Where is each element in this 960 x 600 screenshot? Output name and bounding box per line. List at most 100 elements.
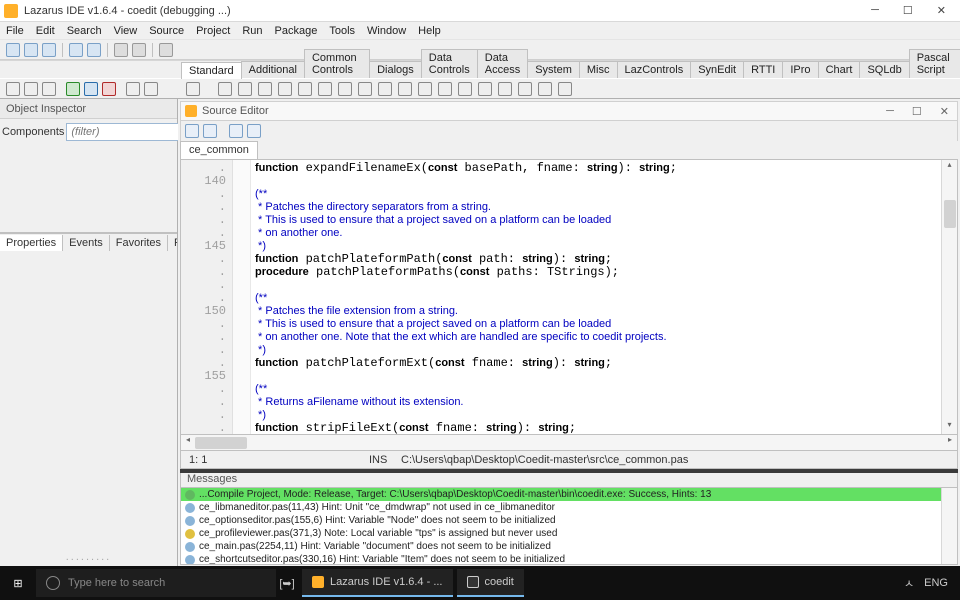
actionlist-comp-icon[interactable] (558, 82, 572, 96)
popupmenu-comp-icon[interactable] (238, 82, 252, 96)
taskbar-app-coedit[interactable]: coedit (457, 569, 524, 597)
jump-back-icon[interactable] (229, 124, 243, 138)
palette-tab-standard[interactable]: Standard (181, 62, 242, 79)
message-row[interactable]: ce_libmaneditor.pas(11,43) Hint: Unit "c… (181, 501, 957, 514)
fold-gutter[interactable] (233, 160, 251, 434)
menu-source[interactable]: Source (149, 25, 184, 37)
close-button[interactable]: ✕ (937, 4, 946, 17)
menu-view[interactable]: View (114, 25, 138, 37)
palette-tab-data-controls[interactable]: Data Controls (421, 49, 478, 78)
editor-hscrollbar[interactable]: ◂▸ (180, 435, 958, 451)
palette-tab-pascal-script[interactable]: Pascal Script (909, 49, 960, 78)
oi-tab-favorites[interactable]: Favorites (110, 235, 168, 251)
palette-tab-ipro[interactable]: IPro (782, 61, 818, 78)
panel-handle[interactable]: ......... (0, 548, 177, 566)
jump-fwd-icon[interactable] (247, 124, 261, 138)
mainmenu-comp-icon[interactable] (218, 82, 232, 96)
button-comp-icon[interactable] (258, 82, 272, 96)
step-over-icon[interactable] (6, 82, 20, 96)
editor-maximize-button[interactable]: ☐ (912, 105, 922, 118)
messages-panel[interactable]: ...Compile Project, Mode: Release, Targe… (180, 487, 958, 565)
system-tray[interactable]: ㅅ ENG (904, 575, 960, 591)
menu-window[interactable]: Window (367, 25, 406, 37)
message-row[interactable]: ce_shortcutseditor.pas(330,16) Hint: Var… (181, 553, 957, 565)
memo-comp-icon[interactable] (318, 82, 332, 96)
palette-tab-data-access[interactable]: Data Access (477, 49, 528, 78)
message-row[interactable]: ce_profileviewer.pas(371,3) Note: Local … (181, 527, 957, 540)
run-icon[interactable] (66, 82, 80, 96)
pointer-icon[interactable] (186, 82, 200, 96)
editor-vscrollbar[interactable]: ▴▾ (941, 160, 957, 434)
oi-tab-re[interactable]: Re (168, 235, 177, 251)
palette-tab-common-controls[interactable]: Common Controls (304, 49, 370, 78)
panel-comp-icon[interactable] (518, 82, 532, 96)
oi-tab-properties[interactable]: Properties (0, 235, 63, 251)
message-row[interactable]: ce_optionseditor.pas(155,6) Hint: Variab… (181, 514, 957, 527)
code-editor[interactable]: .140....145....150....155....160. functi… (180, 159, 958, 435)
palette-tab-rtti[interactable]: RTTI (743, 61, 783, 78)
task-view-icon[interactable]: [➥] (276, 577, 298, 590)
palette-tab-dialogs[interactable]: Dialogs (369, 61, 422, 78)
menu-help[interactable]: Help (418, 25, 441, 37)
open-icon[interactable] (42, 43, 56, 57)
editor-close-button[interactable]: ✕ (940, 105, 949, 118)
menu-run[interactable]: Run (242, 25, 262, 37)
menu-project[interactable]: Project (196, 25, 230, 37)
units-icon[interactable] (132, 43, 146, 57)
radio-comp-icon[interactable] (378, 82, 392, 96)
new-form-icon[interactable] (24, 43, 38, 57)
step-icon[interactable] (126, 82, 140, 96)
palette-tab-additional[interactable]: Additional (241, 61, 305, 78)
groupbox-comp-icon[interactable] (458, 82, 472, 96)
edit-comp-icon[interactable] (298, 82, 312, 96)
scrollbar-comp-icon[interactable] (438, 82, 452, 96)
toggle-form-icon[interactable] (114, 43, 128, 57)
minimize-button[interactable]: ─ (871, 4, 879, 17)
new-unit-icon[interactable] (6, 43, 20, 57)
palette-tab-misc[interactable]: Misc (579, 61, 618, 78)
stop-icon[interactable] (102, 82, 116, 96)
save-icon[interactable] (69, 43, 83, 57)
maximize-button[interactable]: ☐ (903, 4, 913, 17)
properties-grid[interactable] (0, 251, 177, 548)
palette-tab-system[interactable]: System (527, 61, 580, 78)
save-all-icon[interactable] (87, 43, 101, 57)
start-button[interactable]: ⊞ (0, 577, 36, 590)
oi-tab-events[interactable]: Events (63, 235, 110, 251)
menu-package[interactable]: Package (275, 25, 318, 37)
messages-vscrollbar[interactable] (941, 488, 957, 564)
palette-tab-sqldb[interactable]: SQLdb (859, 61, 909, 78)
tab-ce-common[interactable]: ce_common (180, 141, 258, 159)
checkbox-comp-icon[interactable] (358, 82, 372, 96)
toggle-comp-icon[interactable] (338, 82, 352, 96)
pause-icon[interactable] (84, 82, 98, 96)
editor-minimize-button[interactable]: ─ (886, 105, 894, 118)
frame-comp-icon[interactable] (538, 82, 552, 96)
step-into-icon[interactable] (24, 82, 38, 96)
taskbar-app-lazarus[interactable]: Lazarus IDE v1.6.4 - ... (302, 569, 453, 597)
message-row[interactable]: ce_main.pas(2254,11) Hint: Variable "doc… (181, 540, 957, 553)
menu-search[interactable]: Search (67, 25, 102, 37)
tray-lang[interactable]: ENG (924, 577, 948, 589)
radiogroup-comp-icon[interactable] (478, 82, 492, 96)
palette-tab-lazcontrols[interactable]: LazControls (617, 61, 692, 78)
label-comp-icon[interactable] (278, 82, 292, 96)
tray-chevron-icon[interactable]: ㅅ (904, 575, 914, 591)
step-out-icon[interactable] (42, 82, 56, 96)
nav-fwd-icon[interactable] (203, 124, 217, 138)
nav-back-icon[interactable] (185, 124, 199, 138)
step2-icon[interactable] (144, 82, 158, 96)
component-tree[interactable] (0, 145, 177, 233)
menu-file[interactable]: File (6, 25, 24, 37)
message-row[interactable]: ...Compile Project, Mode: Release, Targe… (181, 488, 957, 501)
palette-tab-chart[interactable]: Chart (818, 61, 861, 78)
code-area[interactable]: function expandFilenameEx(const basePath… (251, 160, 941, 434)
menu-tools[interactable]: Tools (329, 25, 355, 37)
checkgroup-comp-icon[interactable] (498, 82, 512, 96)
config-icon[interactable] (159, 43, 173, 57)
taskbar-search[interactable]: Type here to search (36, 569, 276, 597)
menu-edit[interactable]: Edit (36, 25, 55, 37)
listbox-comp-icon[interactable] (398, 82, 412, 96)
palette-tab-synedit[interactable]: SynEdit (690, 61, 744, 78)
combobox-comp-icon[interactable] (418, 82, 432, 96)
